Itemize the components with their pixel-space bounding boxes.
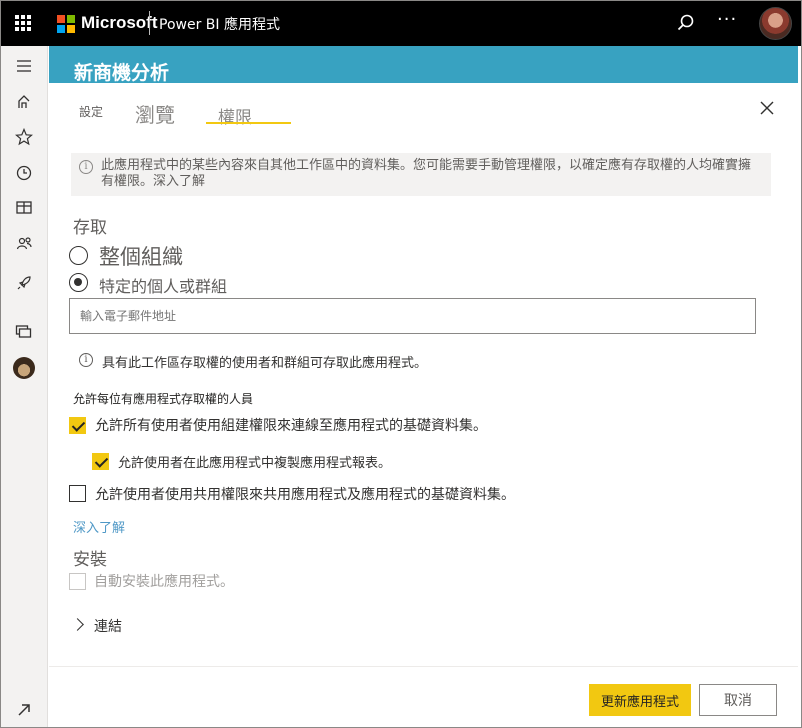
topbar-divider: [149, 11, 150, 35]
checkbox-auto-install[interactable]: [69, 573, 86, 590]
hamburger-icon[interactable]: [13, 55, 35, 77]
update-app-button[interactable]: 更新應用程式: [589, 684, 691, 716]
chevron-right-icon: [71, 618, 84, 631]
shared-with-me-icon[interactable]: [13, 233, 35, 255]
apps-icon[interactable]: [13, 197, 35, 219]
close-icon[interactable]: [759, 100, 775, 116]
workspaces-icon[interactable]: [13, 320, 35, 342]
checkbox-copy-reports-label[interactable]: 允許使用者在此應用程式中複製應用程式報表。: [118, 452, 391, 471]
workspace-access-note: 具有此工作區存取權的使用者和群組可存取此應用程式。: [102, 356, 428, 371]
info-message: 此應用程式中的某些內容來自其他工作區中的資料集。您可能需要手動管理權限，以確定應…: [101, 158, 752, 189]
rocket-icon[interactable]: [13, 272, 35, 294]
info-icon: i: [79, 160, 93, 174]
app-frame: Microsoft Power BI 應用程式 ··· 新商機分析 設定 瀏覽 …: [0, 0, 802, 728]
microsoft-logo-icon: [57, 15, 75, 33]
checkbox-build-permission[interactable]: [69, 417, 86, 434]
checkbox-share-permission-label[interactable]: 允許使用者使用共用權限來共用應用程式及應用程式的基礎資料集。: [95, 484, 515, 504]
app-launcher-icon[interactable]: [15, 15, 31, 31]
app-title: 新商機分析: [74, 62, 170, 84]
checkbox-auto-install-label: 自動安裝此應用程式。: [94, 574, 234, 590]
tab-permissions[interactable]: 權限: [218, 103, 252, 128]
user-avatar[interactable]: [759, 7, 792, 40]
home-icon[interactable]: [13, 91, 35, 113]
left-nav-rail: [1, 46, 48, 727]
expand-icon[interactable]: [14, 700, 34, 720]
tab-browse[interactable]: 瀏覽: [135, 99, 175, 128]
info-banner: i 此應用程式中的某些內容來自其他工作區中的資料集。您可能需要手動管理權限，以確…: [71, 153, 771, 196]
links-expander[interactable]: 連結: [71, 616, 191, 636]
cancel-button[interactable]: 取消: [699, 684, 777, 716]
clock-icon[interactable]: [13, 162, 35, 184]
info-icon: i: [79, 353, 93, 367]
radio-specific-people-label[interactable]: 特定的個人或群組: [99, 273, 227, 297]
top-bar: Microsoft Power BI 應用程式 ···: [1, 1, 801, 46]
tab-settings[interactable]: 設定: [79, 103, 103, 120]
app-name[interactable]: Power BI 應用程式: [159, 14, 280, 34]
access-heading: 存取: [73, 218, 107, 238]
settings-panel: 設定 瀏覽 權限 i 此應用程式中的某些內容來自其他工作區中的資料集。您可能需要…: [49, 83, 798, 727]
search-icon[interactable]: [676, 13, 696, 33]
brand-name: Microsoft: [81, 13, 158, 32]
allow-heading: 允許每位有應用程式存取權的人員: [73, 392, 254, 406]
footer-divider: [49, 666, 798, 667]
right-edge: [798, 46, 801, 727]
checkbox-build-permission-label[interactable]: 允許所有使用者使用組建權限來連線至應用程式的基礎資料集。: [95, 415, 487, 435]
email-input[interactable]: [69, 298, 756, 334]
install-heading: 安裝: [73, 550, 107, 570]
more-options-icon[interactable]: ···: [717, 9, 737, 30]
star-icon[interactable]: [13, 126, 35, 148]
radio-entire-org[interactable]: [69, 246, 88, 265]
links-label: 連結: [94, 619, 122, 635]
checkbox-share-permission[interactable]: [69, 485, 86, 502]
app-header-band: 新商機分析: [49, 46, 798, 84]
workspace-avatar[interactable]: [13, 357, 35, 379]
learn-more-link[interactable]: 深入了解: [73, 517, 125, 536]
radio-entire-org-label[interactable]: 整個組織: [99, 241, 183, 271]
checkbox-copy-reports[interactable]: [92, 453, 109, 470]
radio-specific-people[interactable]: [69, 273, 88, 292]
active-tab-indicator: [206, 122, 291, 124]
